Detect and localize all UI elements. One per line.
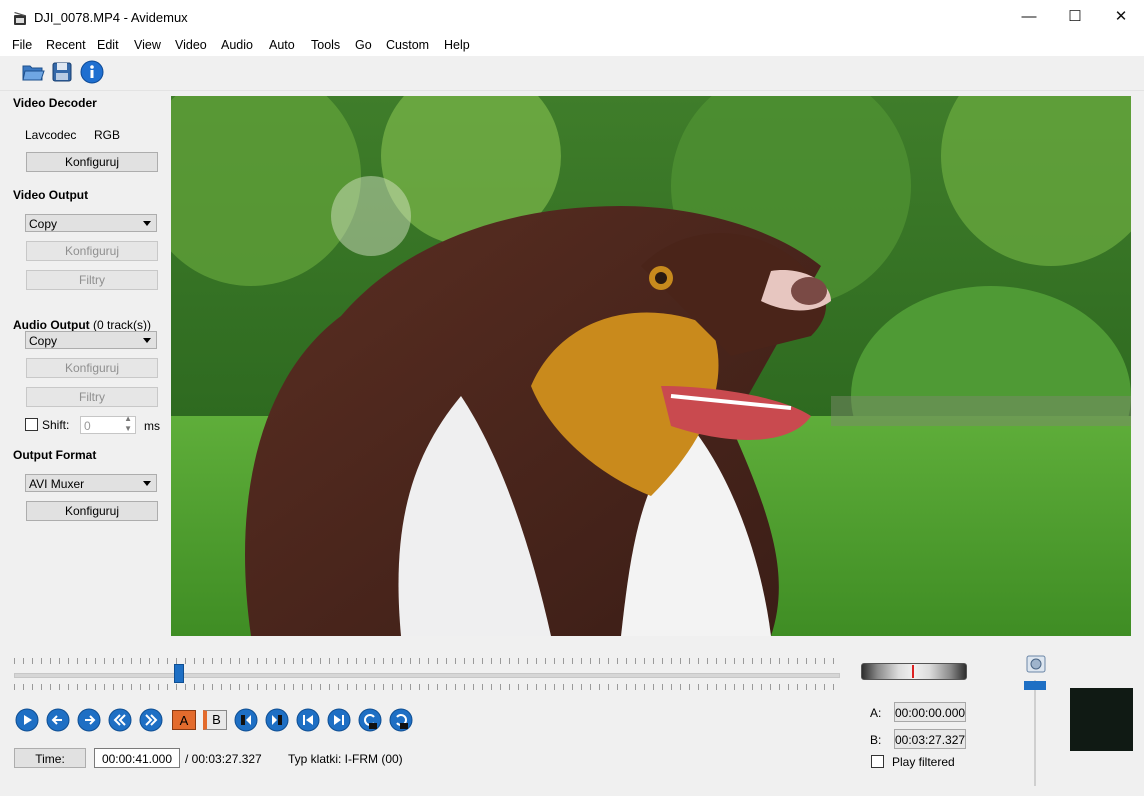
decoder-codec: Lavcodec: [25, 128, 77, 142]
video-filters-button[interactable]: Filtry: [26, 270, 158, 290]
menu-file[interactable]: File: [12, 38, 32, 52]
marker-a-label: A: [179, 713, 189, 728]
video-output-select[interactable]: Copy: [25, 214, 157, 232]
play-icon[interactable]: [15, 708, 39, 732]
audio-output-heading: Audio Output (0 track(s)): [13, 318, 151, 332]
decoder-colorspace: RGB: [94, 128, 121, 142]
close-button[interactable]: ✕: [1098, 0, 1144, 34]
save-floppy-icon[interactable]: [50, 60, 74, 84]
jog-shuttle[interactable]: [861, 663, 967, 680]
play-filtered-label: Play filtered: [892, 755, 955, 769]
volume-slider-track[interactable]: [1034, 680, 1036, 786]
next-keyframe-icon[interactable]: [139, 708, 163, 732]
timeline-track[interactable]: [14, 673, 840, 678]
shift-spinbox[interactable]: 0 ▲ ▼: [80, 414, 136, 434]
previous-frame-icon[interactable]: [46, 708, 70, 732]
audio-output-selected: Copy: [29, 334, 58, 348]
volume-icon[interactable]: [1026, 655, 1046, 673]
go-to-first-frame-icon[interactable]: [296, 708, 320, 732]
time-button[interactable]: Time:: [14, 748, 86, 768]
chevron-down-icon: [143, 481, 151, 486]
menu-edit[interactable]: Edit: [97, 38, 119, 52]
selection-a-field: 00:00:00.000: [894, 702, 966, 722]
video-decoder-title: Video Decoder: [13, 96, 97, 110]
minimize-button[interactable]: —: [1006, 0, 1052, 34]
shift-checkbox[interactable]: [25, 418, 38, 431]
info-icon[interactable]: [80, 60, 104, 84]
output-format-select[interactable]: AVI Muxer: [25, 474, 157, 492]
next-frame-icon[interactable]: [77, 708, 101, 732]
menu-go[interactable]: Go: [355, 38, 372, 52]
previous-black-frame-icon[interactable]: [234, 708, 258, 732]
selection-b-label: B:: [870, 733, 882, 747]
jog-marker: [912, 665, 914, 678]
menu-view[interactable]: View: [134, 38, 161, 52]
audio-output-select[interactable]: Copy: [25, 331, 157, 349]
menu-custom[interactable]: Custom: [386, 38, 429, 52]
mini-preview: [1070, 688, 1133, 751]
audio-output-configure-button[interactable]: Konfiguruj: [26, 358, 158, 378]
next-black-frame-icon[interactable]: [265, 708, 289, 732]
shift-value: 0: [84, 419, 91, 433]
menu-help[interactable]: Help: [444, 38, 470, 52]
video-output-configure-button[interactable]: Konfiguruj: [26, 241, 158, 261]
maximize-button[interactable]: ☐: [1052, 0, 1098, 34]
next-cut-point-icon[interactable]: [389, 708, 413, 732]
current-time-field[interactable]: 00:00:41.000: [94, 748, 180, 768]
menu-bar: [0, 34, 1144, 56]
shift-unit: ms: [144, 419, 160, 433]
chevron-down-icon: [143, 338, 151, 343]
previous-cut-point-icon[interactable]: [358, 708, 382, 732]
audio-filters-button[interactable]: Filtry: [26, 387, 158, 407]
shift-label: Shift:: [42, 418, 70, 432]
spin-down-icon[interactable]: ▼: [124, 424, 132, 434]
decoder-configure-button[interactable]: Konfiguruj: [26, 152, 158, 172]
video-output-selected: Copy: [29, 217, 58, 231]
video-preview: [171, 96, 1131, 636]
play-filtered-checkbox[interactable]: [871, 755, 884, 768]
timeline-slider-thumb[interactable]: [174, 664, 185, 683]
total-time: / 00:03:27.327: [185, 752, 262, 766]
marker-b-label: B: [212, 712, 221, 727]
volume-slider-thumb[interactable]: [1024, 681, 1046, 690]
go-to-last-frame-icon[interactable]: [327, 708, 351, 732]
output-format-selected: AVI Muxer: [29, 477, 85, 491]
menu-audio[interactable]: Audio: [221, 38, 253, 52]
audio-output-title: Audio Output: [13, 318, 90, 332]
audio-track-count: (0 track(s)): [92, 318, 151, 332]
previous-keyframe-icon[interactable]: [108, 708, 132, 732]
menu-auto[interactable]: Auto: [269, 38, 295, 52]
selection-b-field: 00:03:27.327: [894, 729, 966, 749]
spin-up-icon[interactable]: ▲: [124, 414, 132, 424]
menu-video[interactable]: Video: [175, 38, 207, 52]
video-output-title: Video Output: [13, 188, 89, 202]
set-marker-a-button[interactable]: A: [172, 710, 196, 730]
timeline-ticks-bottom: [14, 684, 838, 690]
output-format-configure-button[interactable]: Konfiguruj: [26, 501, 158, 521]
set-marker-b-button[interactable]: B: [203, 710, 227, 730]
selection-a-label: A:: [870, 706, 882, 720]
toolbar: [0, 56, 1144, 91]
chevron-down-icon: [143, 221, 151, 226]
window-title: DJI_0078.MP4 - Avidemux: [34, 10, 188, 25]
menu-tools[interactable]: Tools: [311, 38, 340, 52]
open-folder-icon[interactable]: [21, 60, 45, 84]
output-format-title: Output Format: [13, 448, 97, 462]
timeline-ticks-top: [14, 658, 838, 664]
frame-type: Typ klatki: I-FRM (00): [288, 752, 403, 766]
menu-recent[interactable]: Recent: [46, 38, 86, 52]
avidemux-app-icon: [14, 12, 26, 25]
